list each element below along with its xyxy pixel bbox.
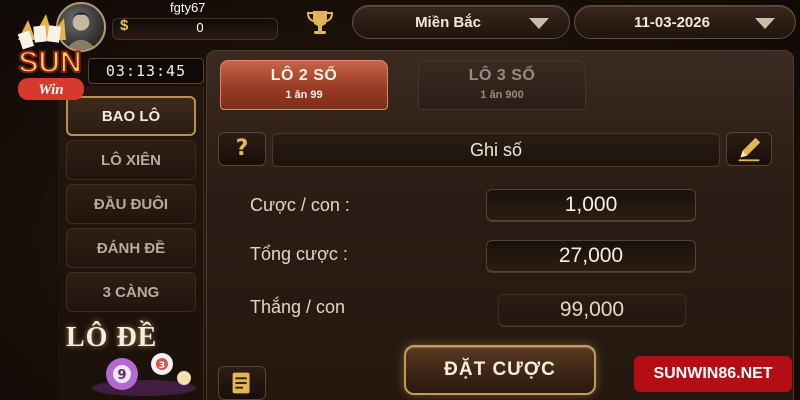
total-bet-value: 27,000: [486, 240, 696, 272]
tab-label: LÔ 2 SỐ: [270, 67, 338, 84]
tab-payout: 1 ăn 900: [480, 89, 524, 101]
trophy-icon[interactable]: [305, 8, 335, 36]
tab-lo-3-so[interactable]: LÔ 3 SỐ 1 ăn 900: [418, 60, 586, 110]
win-per-label: Thắng / con: [250, 297, 346, 317]
dollar-icon: $: [120, 17, 129, 34]
logo-text-sub: Win: [38, 82, 63, 98]
tab-payout: 1 ăn 99: [285, 89, 323, 101]
lottery-balls-icon: 9 3: [88, 344, 200, 400]
bet-per-input[interactable]: 1,000: [486, 189, 696, 221]
countdown-timer: 03:13:45: [88, 58, 204, 84]
tab-label: LÔ 3 SỐ: [468, 67, 536, 84]
tab-lo-2-so[interactable]: LÔ 2 SỐ 1 ăn 99: [220, 60, 388, 110]
svg-text:3: 3: [159, 361, 165, 371]
logo-text-main: SUN: [18, 46, 81, 79]
sidebar-item-lo-xien[interactable]: LÔ XIÊN: [66, 140, 196, 180]
chevron-down-icon: [529, 18, 549, 29]
chevron-down-icon: [755, 18, 775, 29]
pencil-icon[interactable]: [726, 132, 772, 166]
sidebar-item-3-cang[interactable]: 3 CÀNG: [66, 272, 196, 312]
username: fgty67: [170, 0, 206, 15]
watermark-banner: SUNWIN86.NET: [634, 356, 792, 392]
total-bet-label: Tổng cược :: [250, 244, 348, 264]
balance-value: 0: [196, 20, 204, 35]
date-select[interactable]: 11-03-2026: [574, 5, 796, 39]
bet-per-label: Cược / con :: [250, 195, 350, 215]
number-input[interactable]: Ghi số: [272, 133, 720, 167]
win-per-value: 99,000: [498, 294, 686, 326]
notes-icon[interactable]: [218, 366, 266, 400]
sidebar-item-dau-duoi[interactable]: ĐẦU ĐUÔI: [66, 184, 196, 224]
place-bet-button[interactable]: ĐẶT CƯỢC: [404, 345, 596, 395]
sidebar-item-danh-de[interactable]: ĐÁNH ĐỀ: [66, 228, 196, 268]
svg-text:9: 9: [117, 368, 126, 383]
region-select[interactable]: Miền Bắc: [352, 5, 570, 39]
help-icon[interactable]: ?: [218, 132, 266, 166]
